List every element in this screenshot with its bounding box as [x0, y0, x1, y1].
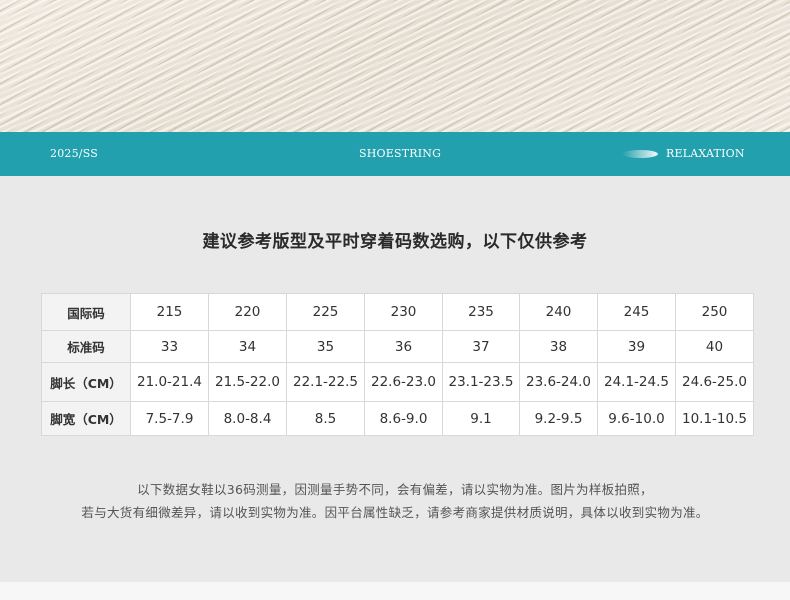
row-header: 脚长（CM） [41, 362, 131, 402]
table-cell: 240 [519, 293, 598, 331]
row-header: 脚宽（CM） [41, 401, 131, 436]
table-cell: 34 [208, 330, 287, 363]
table-cell: 245 [597, 293, 676, 331]
table-cell: 21.5-22.0 [208, 362, 287, 402]
table-cell: 21.0-21.4 [130, 362, 209, 402]
row-header: 标准码 [41, 330, 131, 363]
table-cell: 23.6-24.0 [519, 362, 598, 402]
swoosh-icon [622, 150, 658, 158]
table-cell: 225 [286, 293, 365, 331]
table-cell: 9.6-10.0 [597, 401, 676, 436]
table-cell: 38 [519, 330, 598, 363]
table-cell: 9.2-9.5 [519, 401, 598, 436]
table-cell: 235 [442, 293, 520, 331]
note-line-2: 若与大货有细微差异，请以收到实物为准。因平台属性缺乏，请参考商家提供材质说明，具… [81, 505, 709, 520]
table-cell: 7.5-7.9 [130, 401, 209, 436]
brand-band: 2025/SS SHOESTRING RELAXATION [0, 132, 790, 176]
table-cell: 40 [675, 330, 754, 363]
table-cell: 35 [286, 330, 365, 363]
table-cell: 10.1-10.5 [675, 401, 754, 436]
bottom-divider [0, 582, 790, 600]
tagline-label: RELAXATION [666, 147, 745, 160]
table-cell: 8.0-8.4 [208, 401, 287, 436]
table-row: 脚长（CM） 21.0-21.4 21.5-22.0 22.1-22.5 22.6-23… [41, 362, 754, 402]
table-cell: 22.6-23.0 [364, 362, 443, 402]
size-guide-section: 建议参考版型及平时穿着码数选购，以下仅供参考 国际码 215 220 225 230 23… [0, 176, 790, 582]
table-cell: 23.1-23.5 [442, 362, 520, 402]
table-cell: 33 [130, 330, 209, 363]
table-cell: 8.5 [286, 401, 365, 436]
note-line-1: 以下数据女鞋以36码测量，因测量手势不同，会有偏差，请以实物为准。图片为样板拍照… [137, 482, 653, 497]
table-row: 标准码 33 34 35 36 37 38 39 40 [41, 330, 754, 363]
brand-name: SHOESTRING [359, 147, 442, 160]
table-row: 国际码 215 220 225 230 235 240 245 250 [41, 293, 754, 331]
table-cell: 230 [364, 293, 443, 331]
row-header: 国际码 [41, 293, 131, 331]
hero-texture-image [0, 0, 790, 132]
table-cell: 24.6-25.0 [675, 362, 754, 402]
table-cell: 250 [675, 293, 754, 331]
table-cell: 37 [442, 330, 520, 363]
table-cell: 36 [364, 330, 443, 363]
table-cell: 22.1-22.5 [286, 362, 365, 402]
table-cell: 220 [208, 293, 287, 331]
table-row: 脚宽（CM） 7.5-7.9 8.0-8.4 8.5 8.6-9.0 9.1 9.2-9.5… [41, 401, 754, 436]
table-cell: 9.1 [442, 401, 520, 436]
table-cell: 8.6-9.0 [364, 401, 443, 436]
table-cell: 215 [130, 293, 209, 331]
table-cell: 39 [597, 330, 676, 363]
table-cell: 24.1-24.5 [597, 362, 676, 402]
season-label: 2025/SS [50, 147, 98, 160]
size-table: 国际码 215 220 225 230 235 240 245 250 标准码 33 34 35 36 37… [41, 293, 754, 436]
size-guide-title: 建议参考版型及平时穿着码数选购，以下仅供参考 [202, 232, 588, 252]
